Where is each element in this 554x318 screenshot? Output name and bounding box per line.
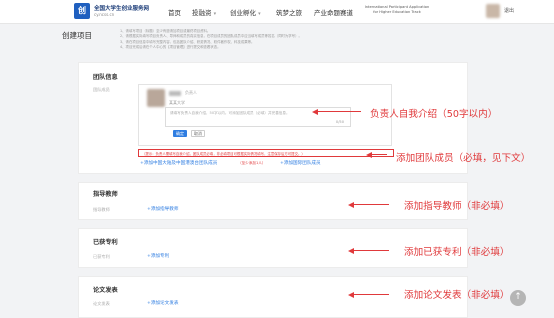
note-line: 4、项目完成后请在个人中心的【项目管理】进行提交和查看状态。 (120, 44, 221, 49)
site-logo[interactable]: 创 (74, 3, 90, 19)
confirm-button[interactable]: 确定 (173, 130, 187, 137)
top-bar: 创 全国大学生创业服务网 cy.ncss.cn 首页 投融资 ▾ 创业孵化 ▾ … (0, 0, 554, 24)
annotation-line (353, 250, 389, 252)
nav-investment[interactable]: 投融资 ▾ (192, 7, 216, 17)
member-avatar (147, 89, 165, 107)
paper-section-label: 论文发表 (93, 301, 110, 306)
site-url: cy.ncss.cn (94, 12, 115, 17)
warning-text: （提示：负责人需填写自我介绍，团队成员必填，非必填项目可根据实际情况填写，注意保… (142, 152, 305, 156)
annotation-patent: 添加已获专利（非必填） (404, 247, 510, 258)
nav-home[interactable]: 首页 (168, 7, 181, 17)
nav-investment-label: 投融资 (192, 9, 212, 17)
arrow-up-icon[interactable]: ↑ (510, 290, 526, 306)
intl-application-link[interactable]: International Participant Application fo… (362, 5, 432, 15)
annotation-intro: 负责人自我介绍（50字以内） (370, 109, 498, 120)
member-name (169, 91, 181, 96)
annotation-line (353, 204, 389, 206)
annotation-member: 添加团队成员（必填，见下文） (396, 153, 531, 164)
member-role: 负责人 (185, 90, 197, 95)
self-intro-textarea[interactable]: 请填写负责人自我介绍，50字以内。可添加团队成员（必填）并完善信息。 0/50 (165, 107, 351, 127)
annotation-mentor: 添加指导教师（非必填） (404, 201, 510, 212)
nav-incubation[interactable]: 创业孵化 ▾ (230, 7, 261, 17)
patent-section-title: 已获专利 (93, 239, 118, 246)
add-domestic-member-link[interactable]: +添加中国大陆及中国港澳台团队成员 (140, 160, 217, 166)
page-title: 创建项目 (62, 31, 92, 40)
logout-link[interactable]: 退出 (504, 7, 514, 14)
annotation-line (317, 111, 361, 113)
patent-section-label: 已获专利 (93, 254, 110, 259)
page-notes: 1、请填写项目（标题）至少有邀请加项目或最终项目资料。 2、请根据实际填写项目负… (120, 29, 450, 50)
add-intl-member-link[interactable]: +添加国际团队成员 (280, 160, 321, 166)
self-intro-placeholder: 请填写负责人自我介绍，50字以内。可添加团队成员（必填）并完善信息。 (170, 111, 290, 115)
user-avatar[interactable] (486, 4, 500, 18)
self-intro-count: 0/50 (335, 120, 344, 124)
add-member-note: （至少添加1人） (238, 161, 266, 165)
chevron-down-icon: ▾ (213, 11, 217, 17)
nav-industry-track[interactable]: 产业命题赛道 (314, 7, 353, 17)
mentor-section-label: 指导教师 (93, 207, 110, 212)
add-patent-link[interactable]: +添加专利 (147, 253, 169, 259)
annotation-line (371, 154, 387, 156)
member-school: 某某大学 (169, 100, 185, 105)
add-mentor-link[interactable]: +添加指导教师 (147, 206, 178, 212)
member-card: 负责人 某某大学 请填写负责人自我介绍，50字以内。可添加团队成员（必填）并完善… (138, 84, 392, 146)
add-paper-link[interactable]: +添加论文发表 (147, 300, 178, 306)
annotation-paper: 添加论文发表（非必填） (404, 290, 510, 301)
chevron-down-icon: ▾ (258, 11, 261, 17)
annotation-line (353, 294, 389, 296)
cancel-button[interactable]: 取消 (191, 130, 205, 137)
team-section-label: 团队成员 (93, 87, 110, 92)
warning-box: （提示：负责人需填写自我介绍，团队成员必填，非必填项目可根据实际情况填写，注意保… (138, 149, 394, 157)
team-section-title: 团队信息 (93, 74, 118, 81)
nav-dream-journey[interactable]: 筑梦之旅 (276, 7, 302, 17)
paper-section-title: 论文发表 (93, 287, 118, 294)
site-name: 全国大学生创业服务网 (94, 6, 150, 12)
mentor-section-title: 指导教师 (93, 191, 118, 198)
nav-incubation-label: 创业孵化 (230, 9, 256, 17)
